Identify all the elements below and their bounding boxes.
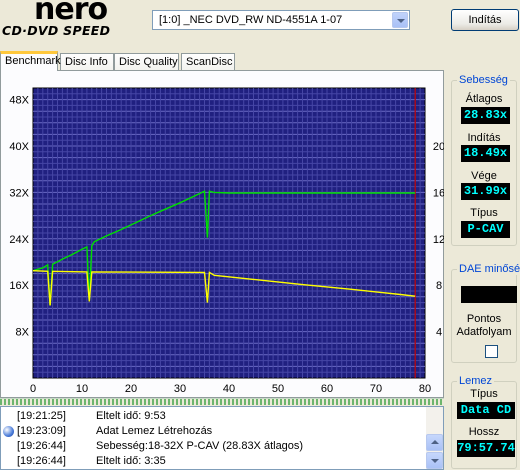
- x-tick-label: 30: [174, 383, 186, 395]
- scroll-up-icon[interactable]: [426, 434, 443, 451]
- y-right-tick-label: 8: [436, 280, 442, 292]
- disc-group: Lemez Típus Data CD Hossz 79:57.74: [451, 375, 517, 469]
- average-label: Átlagos: [465, 93, 503, 105]
- start-button[interactable]: Indítás: [451, 9, 519, 31]
- end-speed-value: 31.99x: [461, 183, 510, 200]
- x-tick-label: 10: [76, 383, 88, 395]
- y-left-tick-label: 40X: [9, 141, 29, 153]
- start-speed-label: Indítás: [467, 132, 501, 144]
- chevron-down-icon[interactable]: [392, 12, 408, 28]
- accuracy-label-2: Adatfolyam: [456, 326, 512, 338]
- disc-icon: [3, 426, 14, 437]
- drive-select[interactable]: [1:0] _NEC DVD_RW ND-4551A 1-07: [152, 10, 410, 30]
- end-speed-label: Vége: [471, 170, 497, 182]
- log-time: [19:26:44]: [17, 455, 66, 467]
- tab-scandisc[interactable]: ScanDisc: [181, 53, 235, 71]
- accurate-stream-checkbox[interactable]: [485, 345, 498, 358]
- tab-disc-info[interactable]: Disc Info: [60, 53, 114, 71]
- accuracy-label-1: Pontos: [466, 313, 502, 325]
- y-left-tick-label: 48X: [9, 95, 29, 107]
- log-list[interactable]: [19:21:25] Eltelt idő: 9:53 [19:23:09] A…: [0, 406, 444, 470]
- log-scrollbar[interactable]: [426, 407, 443, 469]
- log-time: [19:23:09]: [17, 425, 66, 437]
- x-tick-label: 60: [321, 383, 333, 395]
- disc-group-title: Lemez: [457, 375, 495, 387]
- y-left-tick-label: 8X: [16, 327, 30, 339]
- x-tick-label: 40: [223, 383, 235, 395]
- tab-benchmark[interactable]: Benchmark: [0, 51, 61, 71]
- log-time: [19:26:44]: [17, 440, 66, 452]
- disc-type-label: Típus: [470, 388, 498, 400]
- disc-length-label: Hossz: [468, 426, 500, 438]
- y-right-tick-label: 4: [436, 327, 442, 339]
- speed-group: Sebesség Átlagos 28.83x Indítás 18.49x V…: [451, 74, 517, 246]
- y-left-tick-label: 16X: [9, 280, 29, 292]
- disc-type-value: Data CD: [457, 402, 515, 419]
- y-right-tick-label: 16: [433, 187, 444, 199]
- x-tick-label: 50: [272, 383, 284, 395]
- scroll-down-icon[interactable]: [426, 452, 443, 469]
- speed-type-value: P-CAV: [461, 221, 510, 238]
- start-speed-value: 18.49x: [461, 145, 510, 162]
- x-tick-label: 80: [419, 383, 431, 395]
- product-name: CD·DVD SPEED: [2, 23, 111, 38]
- benchmark-chart: 8X 16X 24X 32X 40X 48X 4 8 12 16 20 0 10 20 30 40 50 60 70…: [9, 87, 444, 395]
- x-tick-label: 20: [125, 383, 137, 395]
- y-right-tick-label: 12: [433, 234, 444, 246]
- y-left-tick-label: 32X: [9, 187, 29, 199]
- drive-select-value: [1:0] _NEC DVD_RW ND-4551A 1-07: [159, 14, 343, 26]
- log-message: Eltelt idő: 3:35: [96, 455, 166, 467]
- average-value: 28.83x: [461, 107, 510, 124]
- x-tick-label: 0: [30, 383, 36, 395]
- y-right-tick-label: 20: [433, 141, 444, 153]
- dae-group-title: DAE minőség: [457, 263, 520, 275]
- x-tick-label: 70: [370, 383, 382, 395]
- disc-length-value: 79:57.74: [457, 440, 515, 457]
- log-time: [19:21:25]: [17, 410, 66, 422]
- log-message: Eltelt idő: 9:53: [96, 410, 166, 422]
- nero-logo: nero CD·DVD SPEED: [0, 0, 142, 44]
- y-left-tick-label: 24X: [9, 234, 29, 246]
- dae-quality-display: [461, 286, 517, 303]
- log-message: Sebesség:18-32X P-CAV (28.83X átlagos): [96, 440, 304, 452]
- log-message: Adat Lemez Létrehozás: [96, 425, 213, 437]
- speed-group-title: Sebesség: [457, 74, 510, 86]
- speed-type-label: Típus: [470, 207, 498, 219]
- splitter-handle[interactable]: [0, 398, 444, 405]
- dae-group: DAE minőség Pontos Adatfolyam: [451, 263, 520, 363]
- tab-disc-quality[interactable]: Disc Quality: [114, 53, 179, 71]
